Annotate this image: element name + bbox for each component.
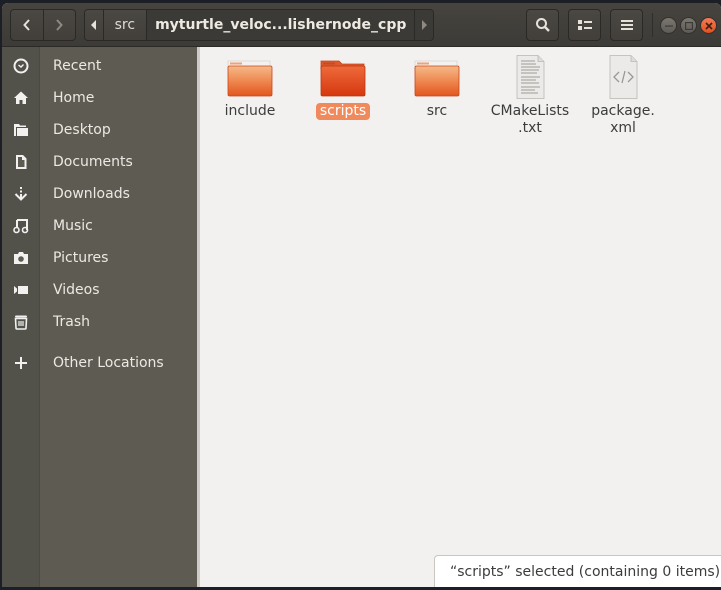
- file-name: CMakeLists .txt: [487, 103, 573, 137]
- path-scroll-right-button[interactable]: [414, 10, 433, 40]
- sidebar-item-other-locations[interactable]: Other Locations: [2, 347, 197, 379]
- sidebar-item-downloads[interactable]: Downloads: [2, 178, 197, 210]
- sidebar-item-label: Recent: [53, 58, 102, 74]
- separator: [652, 13, 653, 37]
- clock-icon: [2, 58, 40, 74]
- sidebar-item-label: Trash: [53, 314, 90, 330]
- folder-icon: [227, 60, 273, 97]
- hamburger-menu-icon: [620, 20, 633, 30]
- triangle-left-icon: [90, 20, 96, 30]
- maximize-button[interactable]: [680, 17, 697, 34]
- sidebar-item-videos[interactable]: Videos: [2, 274, 197, 306]
- text-file-icon: [516, 55, 545, 99]
- plus-icon: [2, 356, 40, 370]
- sidebar-item-recent[interactable]: Recent: [2, 50, 197, 82]
- sidebar-item-home[interactable]: Home: [2, 82, 197, 114]
- file-name-line: package.: [591, 103, 655, 119]
- sidebar-item-label: Music: [53, 218, 93, 234]
- sidebar-item-label: Desktop: [53, 122, 111, 138]
- breadcrumb-src[interactable]: src: [103, 10, 148, 40]
- sidebar-item-label: Home: [53, 90, 95, 106]
- sidebar-item-label: Videos: [53, 282, 100, 298]
- folder-icon: [2, 122, 40, 138]
- header-bar: src myturtle_veloc...lishernode_cpp: [2, 3, 721, 47]
- camera-icon: [2, 250, 40, 266]
- minimize-button[interactable]: [660, 17, 677, 34]
- sidebar-item-desktop[interactable]: Desktop: [2, 114, 197, 146]
- selection-status: “scripts” selected (containing 0 items): [434, 555, 721, 587]
- sidebar-item-trash[interactable]: Trash: [2, 306, 197, 338]
- search-icon: [535, 18, 550, 32]
- sidebar-item-label: Other Locations: [53, 355, 164, 371]
- home-icon: [2, 90, 40, 106]
- document-icon: [2, 154, 40, 170]
- triangle-right-icon: [422, 20, 428, 30]
- sidebar-item-documents[interactable]: Documents: [2, 146, 197, 178]
- path-scroll-left-button[interactable]: [85, 10, 104, 40]
- search-button[interactable]: [526, 9, 559, 41]
- maximize-icon: [684, 21, 693, 30]
- sidebar-item-pictures[interactable]: Pictures: [2, 242, 197, 274]
- xml-file-icon: [609, 55, 638, 99]
- download-icon: [2, 186, 40, 202]
- file-name-line: CMakeLists: [490, 103, 570, 119]
- list-view-icon: [577, 20, 592, 30]
- sidebar-item-label: Pictures: [53, 250, 109, 266]
- music-icon: [2, 218, 40, 234]
- folder-icon: [414, 60, 460, 97]
- chevron-left-icon: [23, 19, 30, 31]
- forward-button[interactable]: [42, 10, 75, 40]
- file-item-include[interactable]: include: [205, 55, 295, 120]
- file-name-line: .txt: [518, 120, 542, 136]
- sidebar-item-label: Downloads: [53, 186, 130, 202]
- sidebar: Recent Home Desktop Documents Downloads …: [2, 47, 197, 587]
- file-item-src[interactable]: src: [392, 55, 482, 120]
- menu-button[interactable]: [610, 9, 643, 41]
- folder-icon: [320, 60, 366, 97]
- close-icon: [704, 21, 713, 30]
- close-button[interactable]: [700, 17, 717, 34]
- file-item-cmakelists[interactable]: CMakeLists .txt: [485, 55, 575, 137]
- file-item-scripts[interactable]: scripts: [298, 55, 388, 120]
- sidebar-item-music[interactable]: Music: [2, 210, 197, 242]
- trash-icon: [2, 314, 40, 330]
- navigation-buttons: [10, 9, 76, 41]
- sidebar-item-label: Documents: [53, 154, 133, 170]
- file-item-package-xml[interactable]: package. xml: [578, 55, 668, 137]
- view-toggle-button[interactable]: [568, 9, 601, 41]
- video-icon: [2, 282, 40, 298]
- file-name-line: xml: [610, 120, 636, 136]
- file-view: include scripts src CMakeLists .txt pack…: [200, 47, 721, 587]
- back-button[interactable]: [11, 10, 43, 40]
- breadcrumb-current[interactable]: myturtle_veloc...lishernode_cpp: [147, 10, 415, 40]
- file-manager-window: src myturtle_veloc...lishernode_cpp Rece…: [2, 3, 721, 587]
- file-name: scripts: [315, 103, 371, 120]
- path-bar: src myturtle_veloc...lishernode_cpp: [84, 9, 434, 41]
- file-name: include: [224, 103, 276, 119]
- chevron-right-icon: [56, 19, 64, 31]
- file-name: src: [426, 103, 448, 119]
- file-name: package. xml: [587, 103, 659, 137]
- minimize-icon: [664, 25, 673, 27]
